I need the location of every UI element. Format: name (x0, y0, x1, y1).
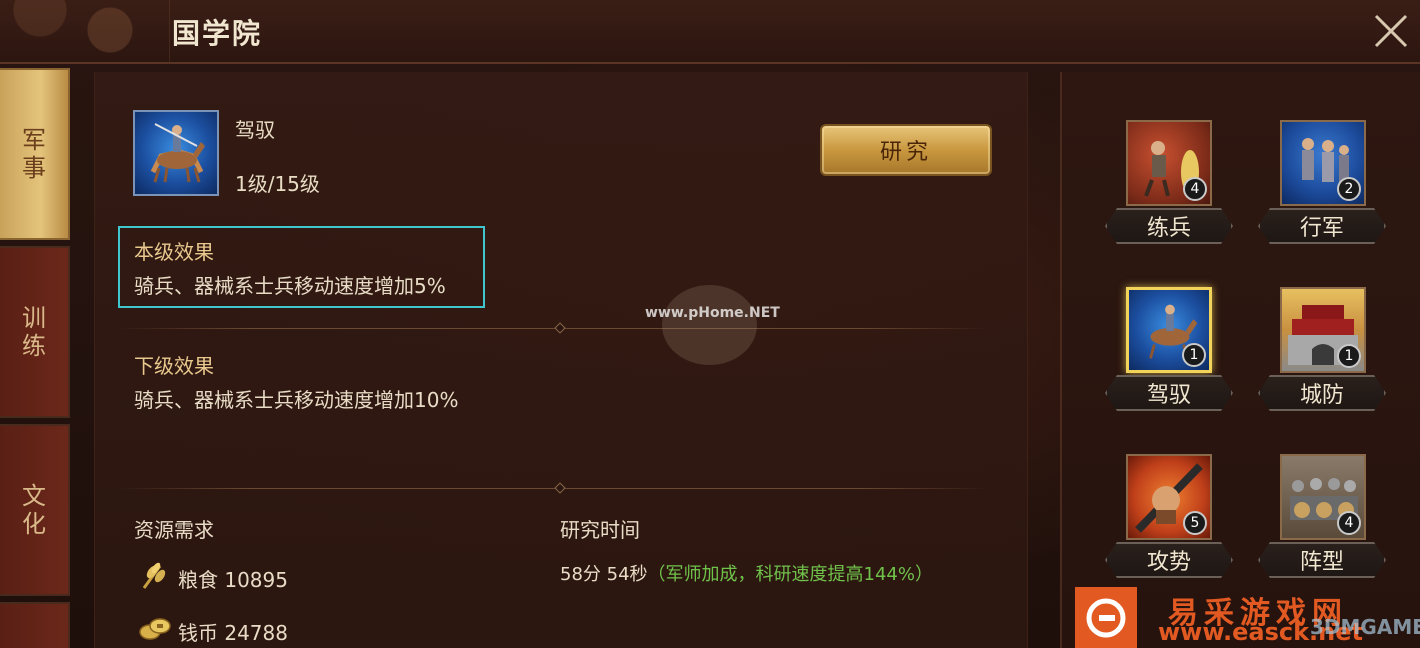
tab-label-char: 练 (22, 332, 46, 360)
tech-node-label[interactable]: 驾驭 (1105, 375, 1233, 411)
current-effect-title: 本级效果 (134, 240, 214, 264)
skill-name: 驾驭 (235, 118, 275, 142)
header-ornament (0, 0, 170, 62)
node-level-badge: 4 (1183, 177, 1207, 201)
skill-level: 1级/15级 (235, 172, 320, 196)
next-effect-title: 下级效果 (134, 354, 214, 378)
tab-label-char: 训 (22, 304, 46, 332)
tab-label-char: 事 (22, 154, 46, 182)
tab-military[interactable]: 军 事 (0, 68, 70, 240)
coin-icon (138, 614, 172, 644)
tech-node-city-defense[interactable]: 1 (1280, 287, 1366, 373)
center-watermark-text: www.pHome.NET (645, 305, 780, 321)
close-button[interactable] (1370, 10, 1412, 52)
research-time-title: 研究时间 (560, 518, 640, 542)
research-time-value: 58分 54秒（军师加成，科研速度提高144%） (560, 560, 933, 586)
cavalry-icon (133, 110, 219, 196)
site-watermark-3dm: 3DMGAME (1310, 615, 1420, 639)
time-remaining: 58分 54秒 (560, 564, 648, 585)
tech-node-label[interactable]: 城防 (1258, 375, 1386, 411)
center-watermark-logo (662, 285, 757, 365)
tab-label-char: 军 (22, 126, 46, 154)
node-level-badge: 1 (1337, 344, 1361, 368)
tab-culture[interactable]: 文 化 (0, 424, 70, 596)
site-logo (1075, 587, 1137, 648)
research-button[interactable]: 研究 (820, 124, 992, 176)
tech-node-label[interactable]: 练兵 (1105, 208, 1233, 244)
tab-training[interactable]: 训 练 (0, 246, 70, 418)
game-window: 国学院 军 事 训 练 文 化 驾驭 1级/15级 研究 本级效果 骑兵、器械系… (0, 0, 1420, 648)
tech-node-cavalry[interactable]: 1 (1126, 287, 1212, 373)
tech-node-label[interactable]: 阵型 (1258, 542, 1386, 578)
next-effect-text: 骑兵、器械系士兵移动速度增加10% (134, 388, 459, 412)
tab-more[interactable] (0, 602, 70, 648)
tab-label-char: 化 (22, 510, 46, 538)
tech-node-march[interactable]: 2 (1280, 120, 1366, 206)
node-level-badge: 5 (1183, 511, 1207, 535)
tech-node-label[interactable]: 行军 (1258, 208, 1386, 244)
speed-bonus-text: （军师加成，科研速度提高144%） (647, 564, 933, 585)
node-level-badge: 1 (1182, 343, 1206, 367)
node-level-badge: 4 (1337, 511, 1361, 535)
tab-label-char: 文 (22, 482, 46, 510)
tech-node-label[interactable]: 攻势 (1105, 542, 1233, 578)
page-title: 国学院 (172, 17, 263, 50)
node-level-badge: 2 (1337, 177, 1361, 201)
coin-amount: 钱币 24788 (178, 621, 288, 645)
header-bar: 国学院 (0, 0, 1420, 64)
site-logo-icon (1086, 598, 1126, 637)
tech-node-drill[interactable]: 4 (1126, 120, 1212, 206)
tech-node-formation[interactable]: 4 (1280, 454, 1366, 540)
close-icon (1374, 14, 1408, 48)
grain-amount: 粮食 10895 (178, 568, 288, 592)
current-effect-text: 骑兵、器械系士兵移动速度增加5% (134, 274, 446, 298)
tech-node-offense[interactable]: 5 (1126, 454, 1212, 540)
resources-title: 资源需求 (134, 518, 214, 542)
grain-icon (138, 560, 172, 590)
